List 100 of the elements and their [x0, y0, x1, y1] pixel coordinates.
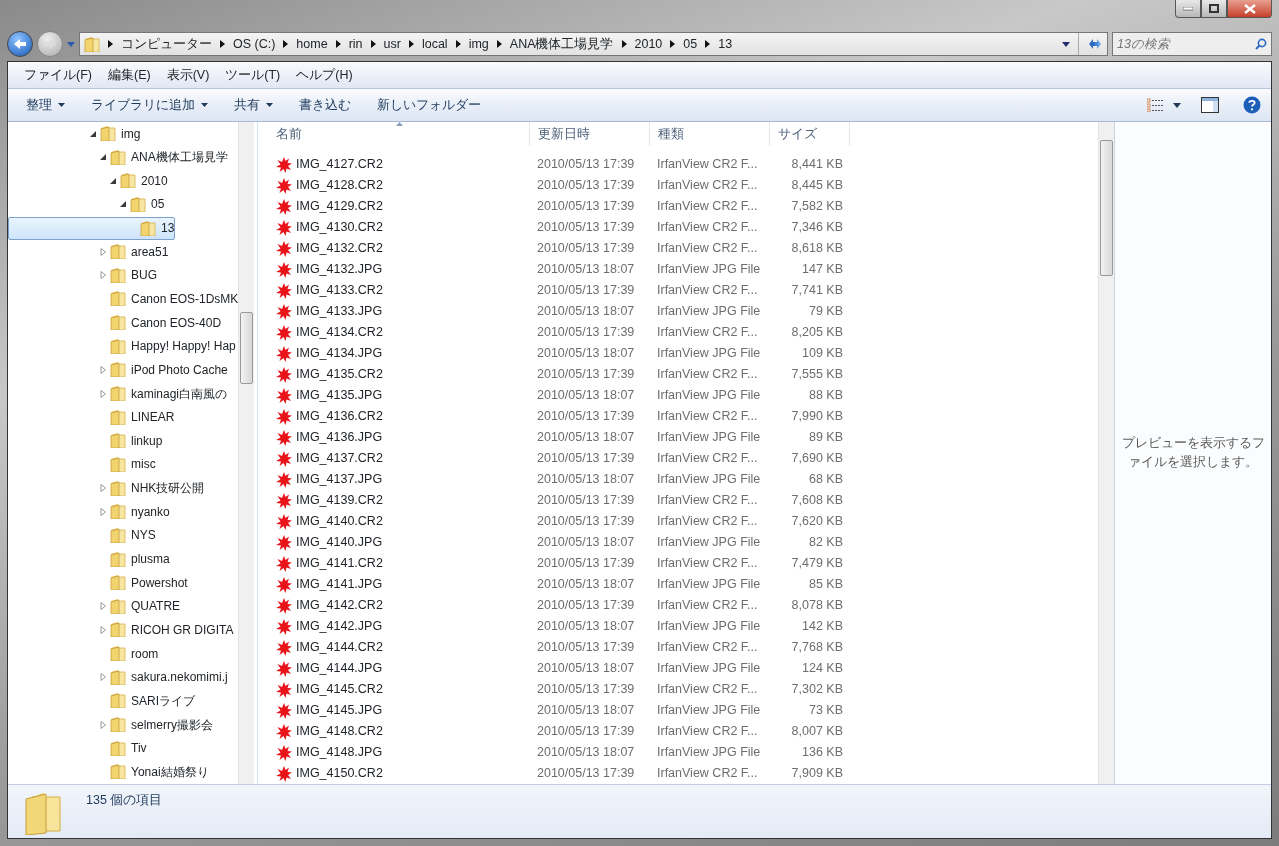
breadcrumb[interactable]: local: [421, 34, 448, 54]
tree-item[interactable]: plusma: [8, 547, 171, 571]
minimize-button[interactable]: [1175, 0, 1201, 18]
file-name[interactable]: IMG_4140.JPG: [268, 533, 530, 552]
file-name[interactable]: IMG_4133.CR2: [268, 281, 530, 300]
tree-item[interactable]: area51: [8, 240, 170, 264]
file-name[interactable]: IMG_4134.CR2: [268, 323, 530, 342]
file-name[interactable]: IMG_4136.JPG: [268, 428, 530, 447]
file-name[interactable]: IMG_4145.CR2: [268, 680, 530, 699]
tree-item[interactable]: misc: [8, 452, 157, 476]
scrollbar[interactable]: [238, 122, 254, 784]
breadcrumb[interactable]: home: [296, 34, 328, 54]
menu-item[interactable]: 編集(E): [107, 65, 151, 85]
file-name[interactable]: IMG_4130.CR2: [268, 218, 530, 237]
tree-item[interactable]: nyanko: [8, 500, 171, 524]
collapsed-icon[interactable]: [100, 484, 107, 493]
column-header[interactable]: 名前: [268, 122, 530, 147]
file-name[interactable]: IMG_4139.CR2: [268, 491, 530, 510]
tree-item[interactable]: linkup: [8, 429, 164, 453]
toolbar-button[interactable]: 書き込む: [289, 91, 361, 119]
tree-item[interactable]: RICOH GR DIGITA: [8, 618, 235, 642]
scrollbar[interactable]: [1098, 122, 1114, 784]
tree-item[interactable]: sakura.nekomimi.j: [8, 665, 229, 689]
breadcrumb[interactable]: コンピューター: [121, 34, 212, 54]
menu-item[interactable]: ヘルプ(H): [296, 65, 353, 85]
tree-item[interactable]: NHK技研公開: [8, 476, 206, 500]
collapsed-icon[interactable]: [100, 673, 107, 682]
collapsed-icon[interactable]: [100, 389, 107, 398]
toolbar-button[interactable]: 新しいフォルダー: [367, 91, 491, 119]
file-name[interactable]: IMG_4144.JPG: [268, 659, 530, 678]
menu-item[interactable]: ツール(T): [225, 65, 281, 85]
file-name[interactable]: IMG_4148.JPG: [268, 743, 530, 762]
breadcrumb[interactable]: rin: [348, 34, 363, 54]
breadcrumb[interactable]: OS (C:): [233, 34, 276, 54]
tree-item[interactable]: ANA機体工場見学: [8, 145, 229, 169]
file-name[interactable]: IMG_4132.JPG: [268, 260, 530, 279]
search-icon[interactable]: [1255, 38, 1267, 50]
file-name[interactable]: IMG_4127.CR2: [268, 155, 530, 174]
scrollbar-thumb[interactable]: [240, 312, 253, 384]
view-options-icon[interactable]: [1147, 98, 1163, 112]
address-bar[interactable]: コンピューター OS (C:) home rin usr local img ANA機体工場見学 2010 05 13: [79, 32, 1108, 56]
tree-item[interactable]: selmerry撮影会: [8, 713, 214, 736]
file-name[interactable]: IMG_4134.JPG: [268, 344, 530, 363]
tree-item[interactable]: BUG: [8, 263, 158, 287]
breadcrumb[interactable]: ANA機体工場見学: [509, 34, 614, 54]
expanded-icon[interactable]: [120, 200, 127, 209]
file-name[interactable]: IMG_4135.JPG: [268, 386, 530, 405]
dropdown-icon[interactable]: [1062, 41, 1070, 47]
tree-item[interactable]: 13: [8, 216, 176, 240]
help-icon[interactable]: [1243, 96, 1261, 114]
search-field[interactable]: 13の検索: [1112, 32, 1272, 56]
breadcrumb[interactable]: usr: [383, 34, 401, 54]
file-name[interactable]: IMG_4140.CR2: [268, 512, 530, 531]
menu-item[interactable]: 表示(V): [166, 65, 210, 85]
file-name[interactable]: IMG_4129.CR2: [268, 197, 530, 216]
file-name[interactable]: IMG_4142.CR2: [268, 596, 530, 615]
collapsed-icon[interactable]: [100, 365, 107, 374]
tree-item[interactable]: QUATRE: [8, 594, 182, 618]
file-name[interactable]: IMG_4132.CR2: [268, 239, 530, 258]
expanded-icon[interactable]: [100, 153, 107, 162]
collapsed-icon[interactable]: [100, 271, 107, 280]
file-name[interactable]: IMG_4150.CR2: [268, 764, 530, 783]
tree-item[interactable]: Canon EOS-1DsMK: [8, 287, 238, 311]
file-name[interactable]: IMG_4141.JPG: [268, 575, 530, 594]
breadcrumb[interactable]: 05: [683, 34, 698, 54]
file-name[interactable]: IMG_4136.CR2: [268, 407, 530, 426]
breadcrumb[interactable]: 2010: [634, 34, 663, 54]
maximize-button[interactable]: [1201, 0, 1227, 18]
tree-item[interactable]: 05: [8, 192, 166, 216]
menu-item[interactable]: ファイル(F): [24, 65, 92, 85]
toolbar-button[interactable]: 共有: [224, 91, 283, 119]
tree-item[interactable]: Canon EOS-40D: [8, 311, 223, 335]
file-name[interactable]: IMG_4141.CR2: [268, 554, 530, 573]
preview-pane-icon[interactable]: [1201, 97, 1219, 113]
file-name[interactable]: IMG_4145.JPG: [268, 701, 530, 720]
breadcrumb[interactable]: 13: [718, 34, 733, 54]
toolbar-button[interactable]: 整理: [16, 91, 75, 119]
collapsed-icon[interactable]: [100, 602, 107, 611]
file-name[interactable]: IMG_4133.JPG: [268, 302, 530, 321]
tree-item[interactable]: kaminagi白南風の: [8, 382, 229, 406]
refresh-icon[interactable]: [1087, 37, 1103, 51]
tree-item[interactable]: Happy! Happy! Hap: [8, 334, 237, 358]
caret-icon[interactable]: [1173, 102, 1181, 108]
tree-item[interactable]: room: [8, 642, 160, 666]
back-button[interactable]: [7, 31, 33, 57]
collapsed-icon[interactable]: [100, 625, 107, 634]
tree-item[interactable]: Yonai結婚祭り: [8, 760, 210, 784]
collapsed-icon[interactable]: [100, 247, 107, 256]
breadcrumb[interactable]: img: [468, 34, 489, 54]
tree-item[interactable]: LINEAR: [8, 405, 176, 429]
close-button[interactable]: [1227, 0, 1272, 18]
collapsed-icon[interactable]: [100, 720, 107, 729]
tree-item[interactable]: SARIライブ: [8, 689, 196, 713]
tree-item[interactable]: Powershot: [8, 571, 189, 595]
file-name[interactable]: IMG_4148.CR2: [268, 722, 530, 741]
file-name[interactable]: IMG_4135.CR2: [268, 365, 530, 384]
file-name[interactable]: IMG_4142.JPG: [268, 617, 530, 636]
file-name[interactable]: IMG_4128.CR2: [268, 176, 530, 195]
tree-item[interactable]: 2010: [8, 169, 169, 193]
expanded-icon[interactable]: [110, 176, 117, 185]
